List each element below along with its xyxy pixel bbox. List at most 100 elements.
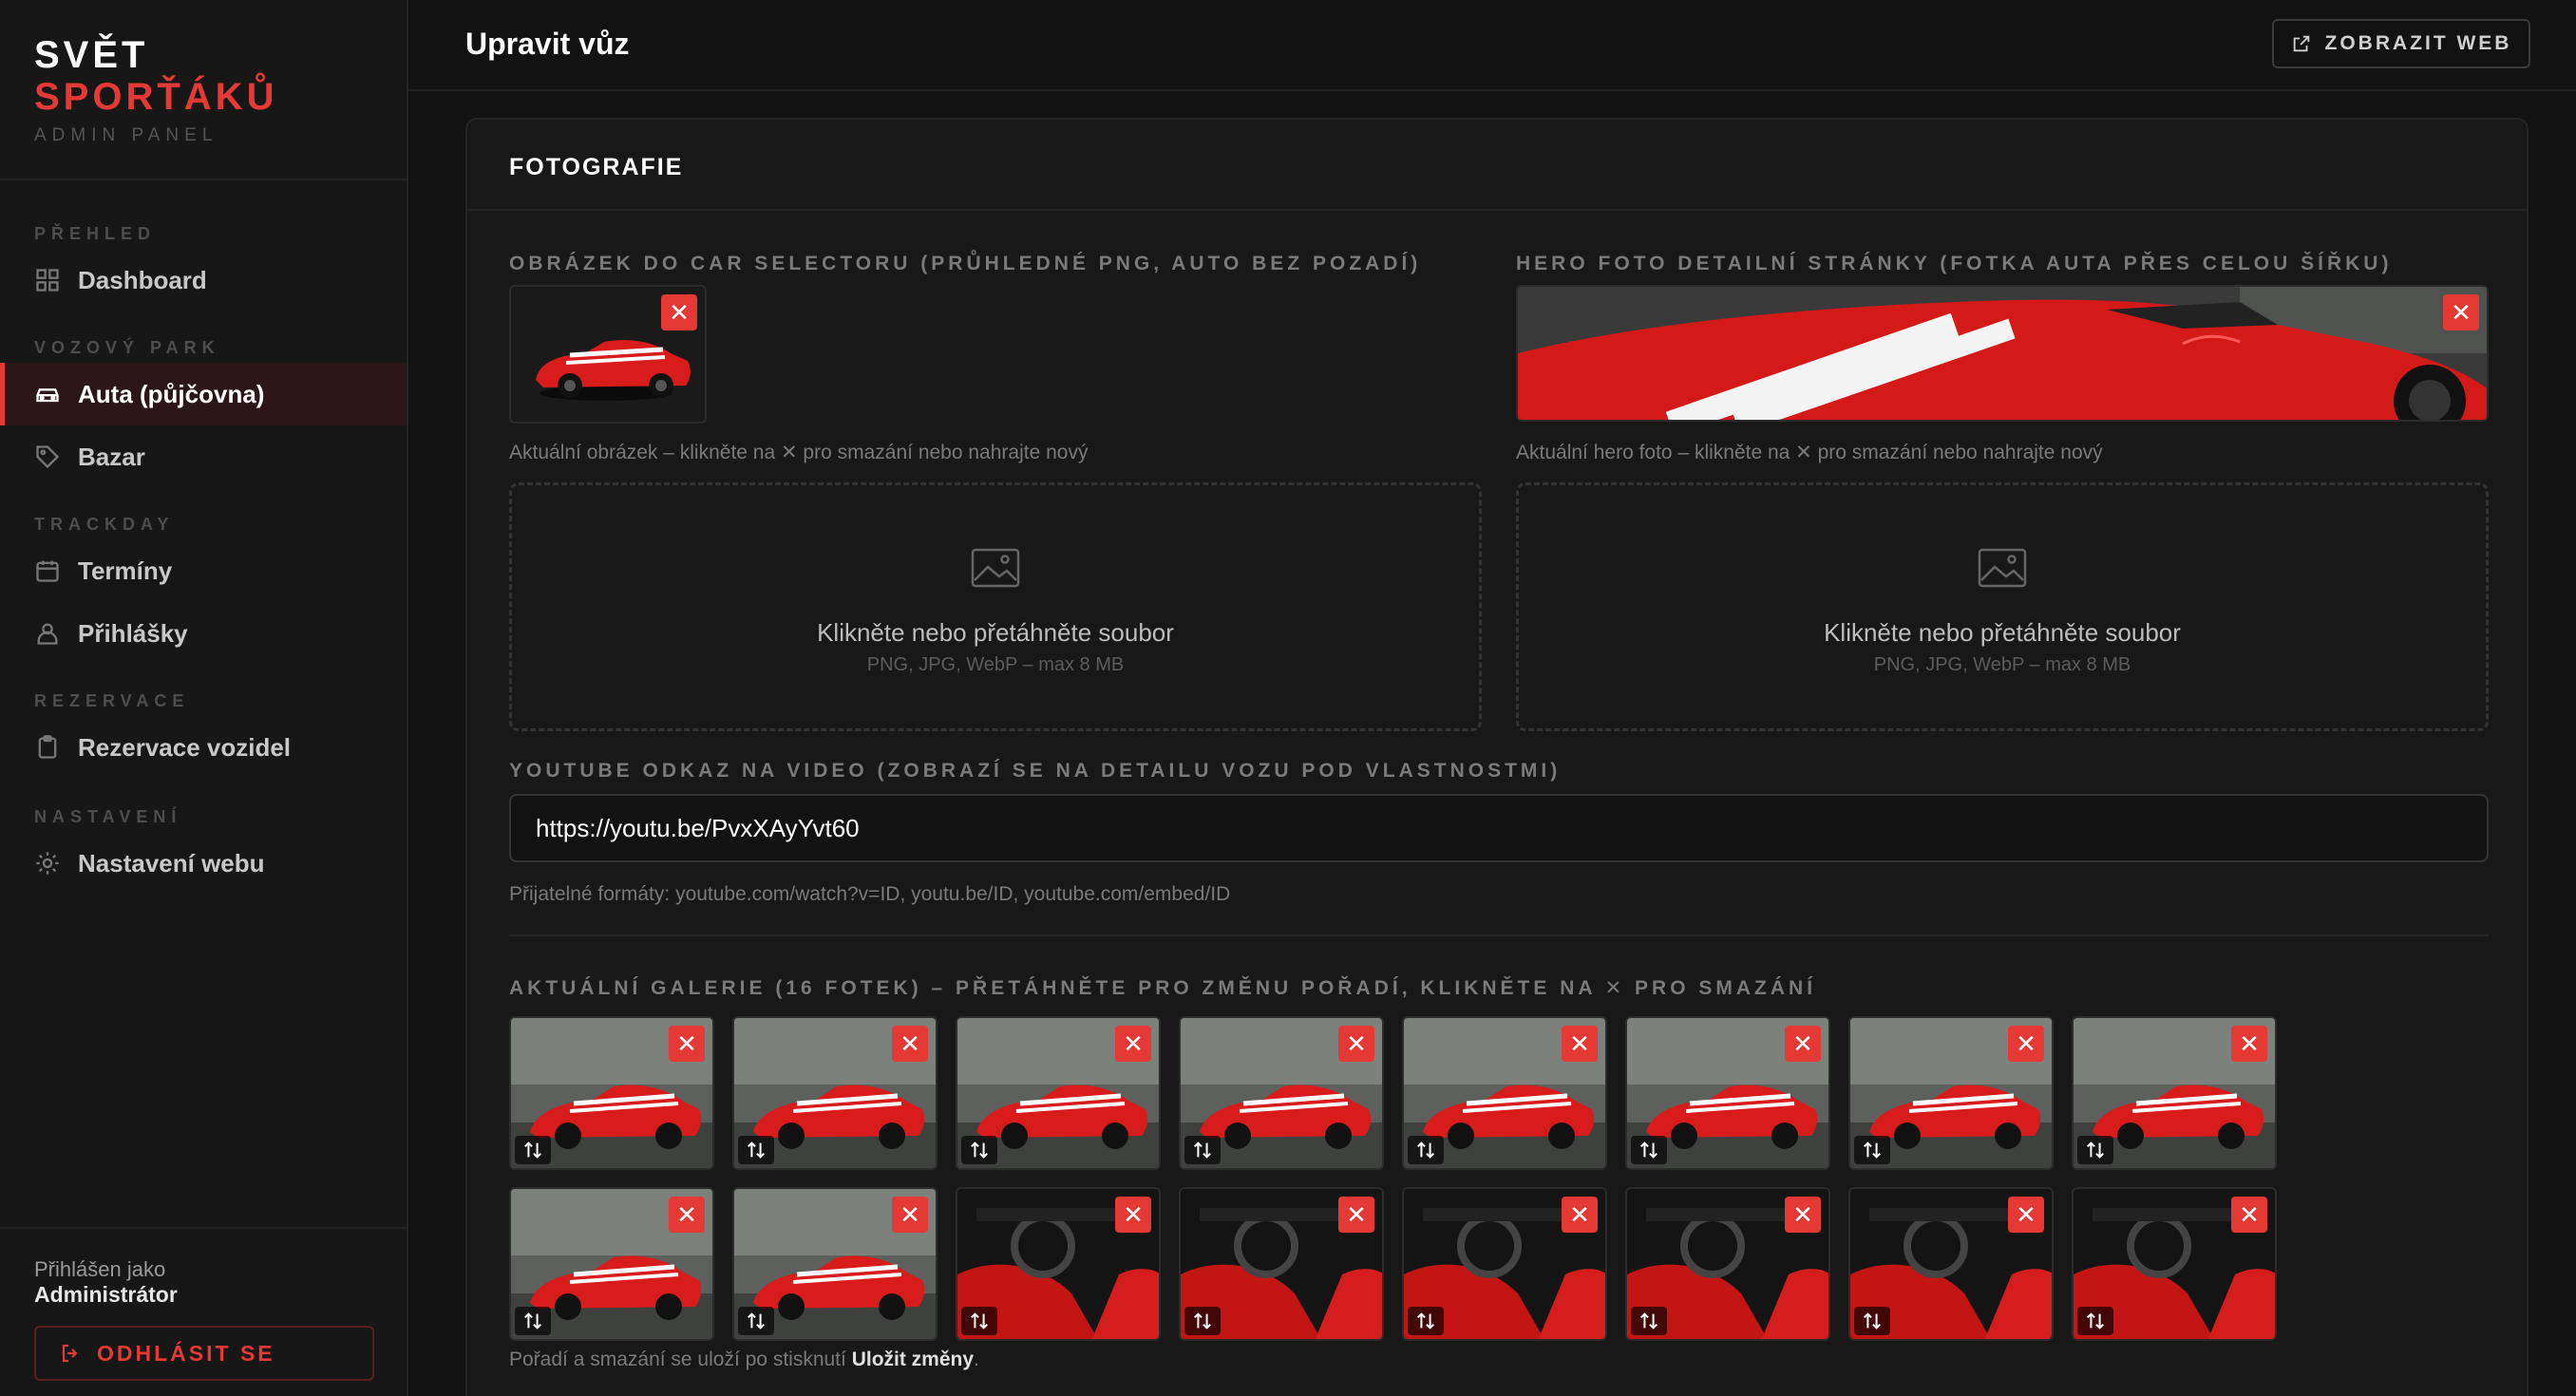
close-icon: ✕ — [900, 1029, 920, 1058]
gallery-photo[interactable]: ✕ — [1848, 1187, 2054, 1341]
close-icon: ✕ — [1569, 1200, 1590, 1229]
drag-handle[interactable] — [738, 1307, 774, 1335]
car-icon — [34, 381, 61, 407]
reorder-icon — [1417, 1312, 1434, 1330]
drag-handle[interactable] — [515, 1136, 551, 1164]
sidebar-item-label: Termíny — [78, 556, 173, 585]
delete-photo-button[interactable]: ✕ — [1338, 1197, 1374, 1233]
delete-photo-button[interactable]: ✕ — [1115, 1197, 1151, 1233]
close-icon: ✕ — [1792, 1200, 1813, 1229]
sidebar-item-rezervace-vozidel[interactable]: Rezervace vozidel — [0, 716, 407, 779]
delete-photo-button[interactable]: ✕ — [669, 1197, 705, 1233]
gallery-photo[interactable]: ✕ — [2072, 1016, 2277, 1170]
reorder-icon — [2087, 1141, 2104, 1159]
delete-photo-button[interactable]: ✕ — [1562, 1197, 1598, 1233]
delete-photo-button[interactable]: ✕ — [1562, 1026, 1598, 1062]
tag-icon — [34, 443, 61, 470]
logged-in-user: Administrátor — [34, 1282, 178, 1307]
delete-hero-image-button[interactable]: ✕ — [2443, 294, 2479, 330]
delete-photo-button[interactable]: ✕ — [892, 1197, 928, 1233]
nav-section-trackday: TRACKDAY — [34, 515, 175, 534]
dropzone-title: Klikněte nebo přetáhněte soubor — [817, 618, 1174, 647]
youtube-url-input[interactable] — [509, 794, 2489, 862]
dropzone-title: Klikněte nebo přetáhněte soubor — [1824, 618, 2181, 647]
close-icon: ✕ — [1569, 1029, 1590, 1058]
nav-section-prehled: PŘEHLED — [34, 224, 157, 243]
drag-handle[interactable] — [1631, 1307, 1667, 1335]
sidebar-item-prihlasky[interactable]: Přihlášky — [0, 602, 407, 665]
sidebar-item-auta[interactable]: Auta (půjčovna) — [0, 363, 407, 425]
page-title: Upravit vůz — [465, 27, 630, 61]
dropzone-subtitle: PNG, JPG, WebP – max 8 MB — [866, 654, 1125, 675]
gallery-photo[interactable]: ✕ — [956, 1187, 1161, 1341]
drag-handle[interactable] — [1184, 1136, 1221, 1164]
delete-photo-button[interactable]: ✕ — [1785, 1026, 1821, 1062]
gallery-photo[interactable]: ✕ — [1848, 1016, 2054, 1170]
drag-handle[interactable] — [1631, 1136, 1667, 1164]
hero-image-label: HERO FOTO DETAILNÍ STRÁNKY (FOTKA AUTA P… — [1516, 253, 2393, 274]
user-icon — [34, 620, 61, 647]
sidebar-item-label: Auta (půjčovna) — [78, 379, 265, 408]
drag-handle[interactable] — [1854, 1307, 1890, 1335]
sidebar-item-terminy[interactable]: Termíny — [0, 539, 407, 602]
brand-logo[interactable]: SVĚT SPORŤÁKŮ ADMIN PANEL — [34, 34, 277, 146]
reorder-icon — [971, 1312, 988, 1330]
delete-photo-button[interactable]: ✕ — [2008, 1197, 2044, 1233]
reorder-icon — [1864, 1141, 1881, 1159]
delete-photo-button[interactable]: ✕ — [1785, 1197, 1821, 1233]
logout-label: ODHLÁSIT SE — [97, 1340, 275, 1366]
gallery-photo[interactable]: ✕ — [509, 1016, 714, 1170]
delete-photo-button[interactable]: ✕ — [892, 1026, 928, 1062]
hero-image-dropzone[interactable]: Klikněte nebo přetáhněte soubor PNG, JPG… — [1516, 482, 2489, 731]
drag-handle[interactable] — [2077, 1136, 2113, 1164]
drag-handle[interactable] — [2077, 1307, 2113, 1335]
sidebar-item-bazar[interactable]: Bazar — [0, 425, 407, 488]
close-icon: ✕ — [2016, 1200, 2036, 1229]
close-icon: ✕ — [676, 1029, 697, 1058]
gallery-photo[interactable]: ✕ — [1179, 1187, 1384, 1341]
reorder-icon — [971, 1141, 988, 1159]
image-icon — [971, 548, 1020, 588]
delete-selector-image-button[interactable]: ✕ — [661, 294, 697, 330]
gallery-photo[interactable]: ✕ — [1402, 1187, 1607, 1341]
external-link-icon — [2293, 35, 2309, 52]
delete-photo-button[interactable]: ✕ — [2231, 1197, 2267, 1233]
nav-section-nastaveni: NASTAVENÍ — [34, 807, 182, 826]
gallery-photo[interactable]: ✕ — [732, 1187, 938, 1341]
gallery-photo[interactable]: ✕ — [1625, 1187, 1830, 1341]
delete-photo-button[interactable]: ✕ — [669, 1026, 705, 1062]
gallery-photo[interactable]: ✕ — [732, 1016, 938, 1170]
gallery-photo[interactable]: ✕ — [956, 1016, 1161, 1170]
gallery-photo[interactable]: ✕ — [1402, 1016, 1607, 1170]
gallery-footer-hint: Pořadí a smazání se uloží po stisknutí U… — [509, 1349, 979, 1371]
drag-handle[interactable] — [1184, 1307, 1221, 1335]
delete-photo-button[interactable]: ✕ — [1115, 1026, 1151, 1062]
view-web-button[interactable]: ZOBRAZIT WEB — [2272, 19, 2530, 68]
reorder-icon — [1194, 1312, 1211, 1330]
delete-photo-button[interactable]: ✕ — [2231, 1026, 2267, 1062]
drag-handle[interactable] — [1854, 1136, 1890, 1164]
close-icon: ✕ — [1792, 1029, 1813, 1058]
drag-handle[interactable] — [1408, 1307, 1444, 1335]
delete-photo-button[interactable]: ✕ — [1338, 1026, 1374, 1062]
gallery-photo[interactable]: ✕ — [1625, 1016, 1830, 1170]
selector-image-dropzone[interactable]: Klikněte nebo přetáhněte soubor PNG, JPG… — [509, 482, 1482, 731]
drag-handle[interactable] — [961, 1307, 997, 1335]
drag-handle[interactable] — [1408, 1136, 1444, 1164]
clipboard-icon — [34, 734, 61, 761]
logout-button[interactable]: ODHLÁSIT SE — [34, 1326, 374, 1381]
drag-handle[interactable] — [961, 1136, 997, 1164]
selector-image-hint: Aktuální obrázek – klikněte na ✕ pro sma… — [509, 442, 1089, 463]
reorder-icon — [748, 1312, 765, 1330]
gallery-photo[interactable]: ✕ — [509, 1187, 714, 1341]
gallery-photo[interactable]: ✕ — [1179, 1016, 1384, 1170]
delete-photo-button[interactable]: ✕ — [2008, 1026, 2044, 1062]
sidebar-item-nastaveni-webu[interactable]: Nastavení webu — [0, 832, 407, 895]
gallery-footer-text: Pořadí a smazání se uloží po stisknutí — [509, 1349, 852, 1370]
sidebar-item-dashboard[interactable]: Dashboard — [0, 249, 407, 311]
drag-handle[interactable] — [515, 1307, 551, 1335]
image-icon — [1978, 548, 2027, 588]
dropzone-subtitle: PNG, JPG, WebP – max 8 MB — [1873, 654, 2131, 675]
gallery-photo[interactable]: ✕ — [2072, 1187, 2277, 1341]
drag-handle[interactable] — [738, 1136, 774, 1164]
